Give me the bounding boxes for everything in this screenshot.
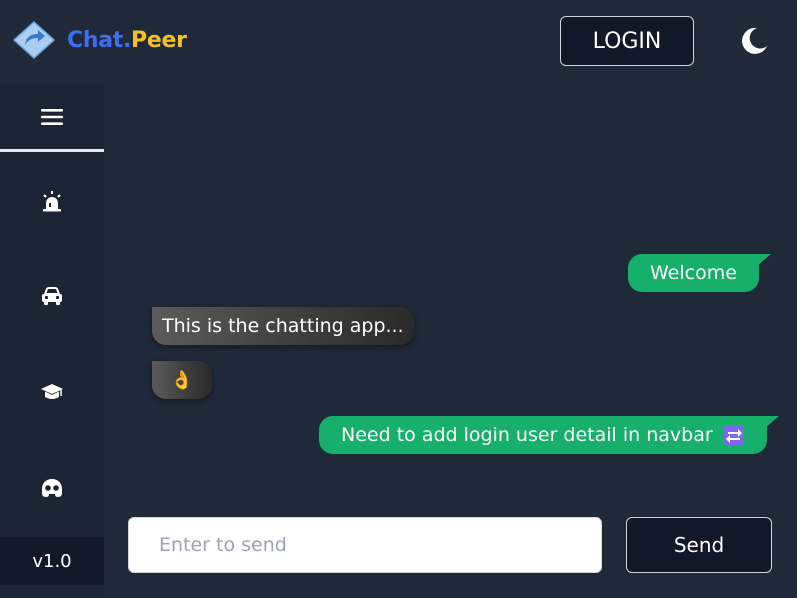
graduation-cap-icon [41, 384, 63, 399]
hamburger-menu-icon [41, 108, 63, 125]
message-text: Welcome [650, 262, 737, 284]
message-incoming: 👌 [152, 361, 212, 399]
login-button[interactable]: LOGIN [560, 16, 694, 66]
moon-icon[interactable] [738, 25, 770, 57]
message-text: This is the chatting app... [162, 315, 404, 337]
send-button[interactable]: Send [626, 517, 772, 573]
bubble-tail [756, 254, 771, 266]
sidebar: v1.0 [0, 84, 104, 598]
message-input[interactable] [128, 517, 602, 573]
sidebar-item-education[interactable] [0, 372, 104, 412]
message-text: Need to add login user detail in navbar [341, 424, 713, 446]
sidebar-item-alerts[interactable] [0, 181, 104, 221]
brand-name-part1: Chat. [67, 28, 132, 53]
gamepad-icon [42, 479, 62, 497]
message-outgoing: Need to add login user detail in navbar [319, 416, 779, 454]
sidebar-item-games[interactable] [0, 468, 104, 508]
car-icon [42, 287, 62, 305]
logo-icon [13, 21, 55, 59]
message-outgoing: Welcome [628, 254, 771, 292]
siren-icon [43, 191, 61, 212]
brand-name: Chat.Peer [67, 28, 187, 53]
brand-name-part2: Peer [131, 28, 187, 53]
version-label: v1.0 [0, 537, 104, 585]
swap-arrows-icon [723, 425, 744, 445]
app-header: Chat.Peer LOGIN [0, 0, 797, 84]
message-incoming: This is the chatting app... [152, 307, 414, 345]
ok-hand-emoji: 👌 [170, 369, 194, 391]
bubble-tail [764, 416, 779, 428]
sidebar-item-cars[interactable] [0, 276, 104, 316]
menu-toggle-button[interactable] [0, 84, 104, 152]
